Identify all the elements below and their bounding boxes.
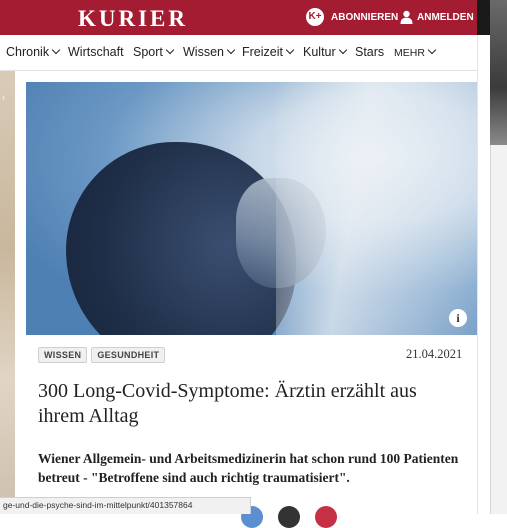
chevron-down-icon xyxy=(51,45,61,55)
nav-item-chronik[interactable]: Chronik xyxy=(6,45,61,59)
status-bar-url: ge-und-die-psyche-sind-im-mittelpunkt/40… xyxy=(0,497,251,514)
nav-item-freizeit[interactable]: Freizeit xyxy=(242,45,295,59)
chevron-left-icon[interactable]: ‹ xyxy=(2,92,5,102)
article-teaser[interactable]: i WISSEN GESUNDHEIT 21.04.2021 300 Long-C… xyxy=(26,82,477,514)
nav-item-mehr[interactable]: MEHR xyxy=(394,45,437,59)
kplus-icon[interactable]: K+ xyxy=(306,8,324,26)
chevron-down-icon xyxy=(338,45,347,55)
page-scroll-area xyxy=(477,35,490,514)
article-image[interactable]: i xyxy=(26,82,477,335)
share-button-x[interactable] xyxy=(278,506,300,528)
nav-item-wissen[interactable]: Wissen xyxy=(183,45,236,59)
article-date: 21.04.2021 xyxy=(406,347,463,361)
nav-item-sport[interactable]: Sport xyxy=(133,45,175,59)
share-button-pocket[interactable] xyxy=(315,506,337,528)
login-link[interactable]: ANMELDEN xyxy=(417,12,474,23)
tag-list: WISSEN GESUNDHEIT xyxy=(38,345,169,363)
nav-item-kultur[interactable]: Kultur xyxy=(303,45,347,59)
article-lead: Wiener Allgemein- und Arbeitsmedizinerin… xyxy=(38,451,459,485)
kurier-logo[interactable]: KURIER xyxy=(78,6,188,32)
hero-light xyxy=(276,82,477,335)
nav-item-stars[interactable]: Stars xyxy=(355,45,384,59)
tag-gesundheit[interactable]: GESUNDHEIT xyxy=(91,347,166,363)
chevron-down-icon xyxy=(165,45,175,55)
side-panel-image xyxy=(490,0,507,145)
tag-wissen[interactable]: WISSEN xyxy=(38,347,88,363)
article-headline[interactable]: 300 Long-Covid-Symptome: Ärztin erzählt … xyxy=(38,379,468,429)
nav-item-wirtschaft[interactable]: Wirtschaft xyxy=(68,45,124,59)
chevron-down-icon xyxy=(226,45,236,55)
background-image xyxy=(0,71,15,514)
info-icon[interactable]: i xyxy=(449,309,467,327)
chevron-down-icon xyxy=(427,45,437,55)
user-icon[interactable] xyxy=(400,10,413,24)
browser-edge xyxy=(477,0,491,35)
site-header: KURIER K+ ABONNIEREN ANMELDEN xyxy=(0,0,477,35)
subscribe-link[interactable]: ABONNIEREN xyxy=(331,12,398,23)
chevron-down-icon xyxy=(285,45,295,55)
main-navigation: Chronik Wirtschaft Sport Wissen Freizeit… xyxy=(0,35,477,71)
